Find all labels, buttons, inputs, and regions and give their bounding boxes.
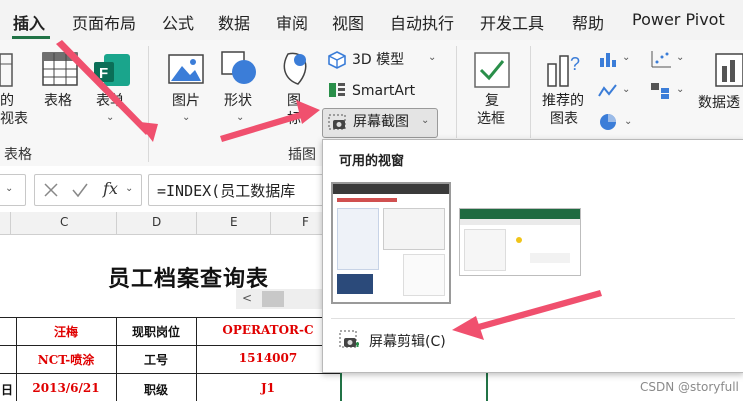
annotation-arrows — [56, 40, 602, 340]
annotation-arrow-icon — [220, 112, 302, 142]
watermark: CSDN @storyfull — [640, 380, 739, 394]
annotation-arrowhead-icon — [452, 316, 484, 340]
annotation-arrow-icon — [478, 290, 602, 330]
annotation-arrow-icon — [56, 40, 150, 135]
annotation-arrowhead-icon — [136, 120, 158, 142]
annotation-arrowhead-icon — [296, 100, 320, 124]
